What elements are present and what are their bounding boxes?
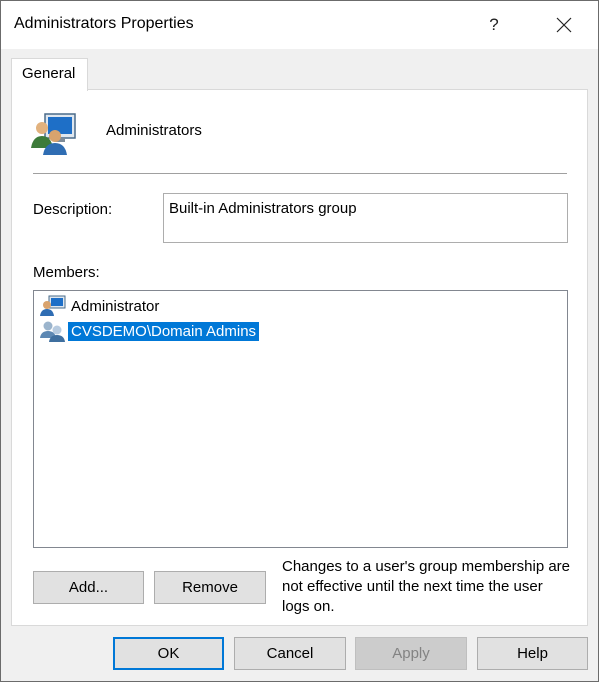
window-title: Administrators Properties bbox=[14, 15, 194, 32]
cancel-button[interactable]: Cancel bbox=[234, 637, 346, 670]
members-list[interactable]: Administrator CVSDEMO\Domain Admins bbox=[33, 290, 568, 548]
tab-general-label: General bbox=[22, 65, 76, 82]
description-label: Description: bbox=[33, 201, 113, 218]
ok-button[interactable]: OK bbox=[113, 637, 224, 670]
member-name: Administrator bbox=[71, 298, 160, 315]
group-users-icon bbox=[31, 113, 76, 155]
user-computer-icon bbox=[40, 295, 66, 316]
apply-button[interactable]: Apply bbox=[355, 637, 467, 670]
description-value: Built-in Administrators group bbox=[169, 200, 357, 217]
group-name: Administrators bbox=[106, 122, 202, 139]
help-button[interactable]: Help bbox=[477, 637, 588, 670]
remove-member-button[interactable]: Remove bbox=[154, 571, 266, 604]
close-icon bbox=[556, 17, 572, 33]
divider bbox=[33, 173, 567, 174]
members-label: Members: bbox=[33, 264, 100, 281]
add-member-button[interactable]: Add... bbox=[33, 571, 144, 604]
tab-general[interactable]: General bbox=[11, 58, 88, 91]
membership-note: Changes to a user's group membership are… bbox=[282, 558, 571, 615]
member-name: CVSDEMO\Domain Admins bbox=[68, 322, 260, 341]
close-button[interactable] bbox=[541, 1, 587, 49]
help-title-button[interactable]: ? bbox=[471, 1, 517, 49]
domain-group-icon bbox=[40, 321, 65, 342]
description-field[interactable]: Built-in Administrators group bbox=[163, 193, 568, 243]
title-bar: Administrators Properties ? bbox=[1, 1, 598, 49]
